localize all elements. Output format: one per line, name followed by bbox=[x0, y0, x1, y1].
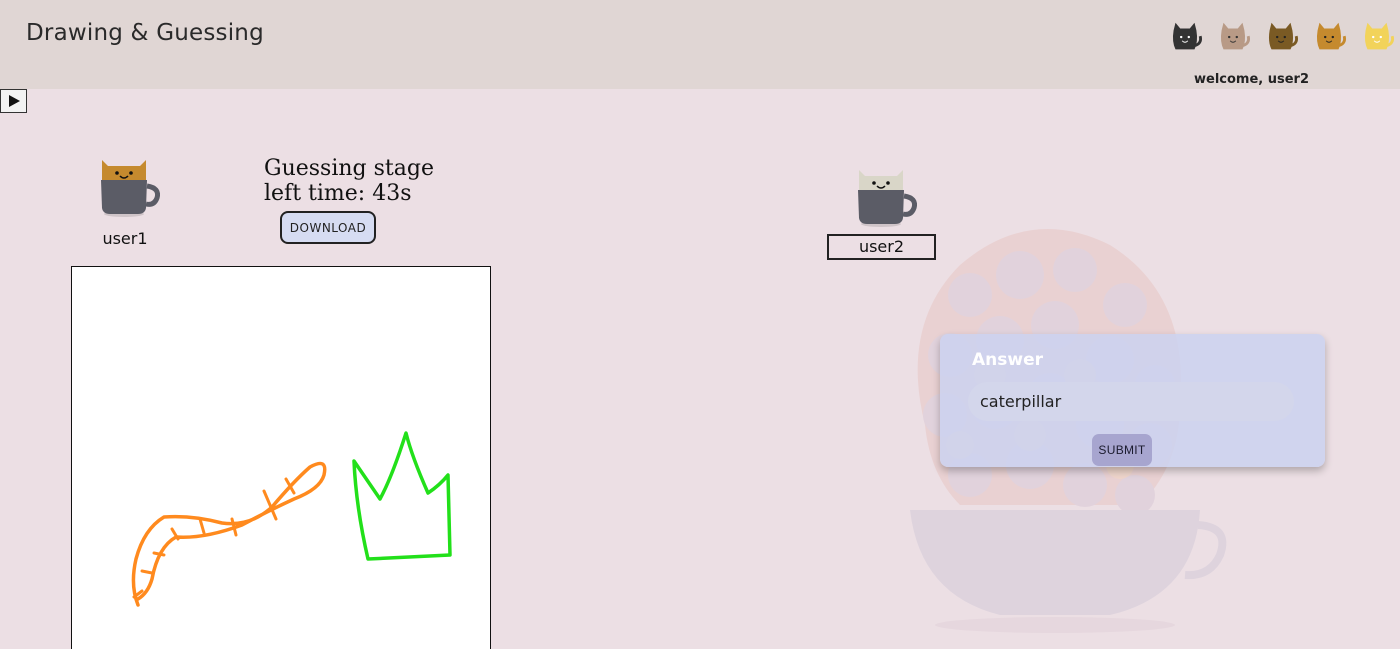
header-bar: Drawing & Guessing welcome, user2 bbox=[0, 0, 1400, 89]
orange-cat-icon[interactable] bbox=[1310, 20, 1348, 56]
yellow-cat-icon[interactable] bbox=[1358, 20, 1396, 56]
app-title: Drawing & Guessing bbox=[26, 20, 264, 46]
answer-input[interactable] bbox=[968, 382, 1294, 421]
tan-cat-icon[interactable] bbox=[1214, 20, 1252, 56]
drawing-canvas[interactable] bbox=[71, 266, 491, 649]
download-button[interactable]: DOWNLOAD bbox=[280, 211, 376, 244]
drawing-strokes bbox=[131, 431, 452, 607]
play-button[interactable] bbox=[0, 89, 27, 113]
brown-cat-icon[interactable] bbox=[1262, 20, 1300, 56]
submit-button[interactable]: SUBMIT bbox=[1092, 434, 1152, 466]
answer-card: Answer SUBMIT bbox=[940, 334, 1325, 467]
time-left-label: left time: 43s bbox=[264, 181, 412, 206]
stage-label: Guessing stage bbox=[264, 156, 434, 181]
welcome-text: welcome, user2 bbox=[1194, 72, 1310, 87]
answer-label: Answer bbox=[972, 350, 1043, 370]
user1-avatar bbox=[101, 160, 160, 217]
game-status: Guessing stage left time: 43s bbox=[264, 156, 434, 206]
user1-name: user1 bbox=[102, 229, 148, 248]
cat-avatar-row bbox=[1166, 20, 1396, 56]
play-icon bbox=[8, 95, 20, 107]
black-cat-icon[interactable] bbox=[1166, 20, 1204, 56]
